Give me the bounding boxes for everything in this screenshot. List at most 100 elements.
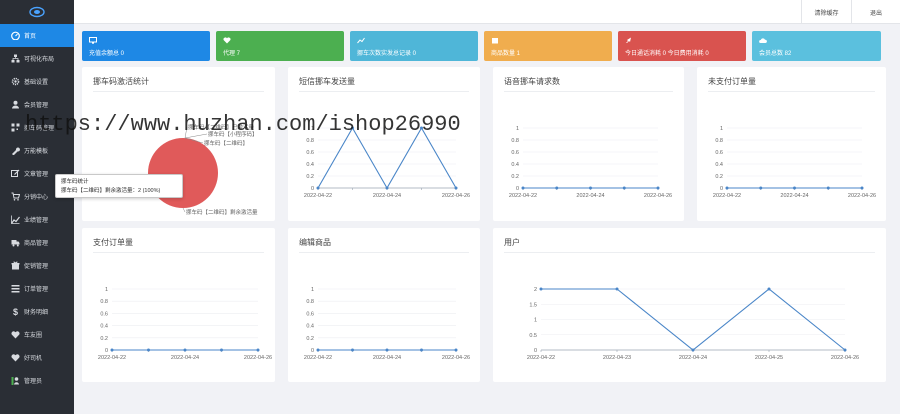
pie-label: 挪车码【二维码】 <box>204 139 248 147</box>
y-tick-label: 0.6 <box>715 150 723 156</box>
x-tick-label: 2022-04-26 <box>442 193 470 199</box>
stat-label: 充值余额总 0 <box>89 51 125 57</box>
y-tick-label: 1 <box>534 318 537 324</box>
x-tick-label: 2022-04-22 <box>304 355 332 361</box>
card-users: 用户 0 0.5 1 1.5 2 2022-04-22 2022-04-23 2022-04-… <box>493 228 886 382</box>
y-tick-label: 0.2 <box>715 174 723 180</box>
admin-icon <box>11 376 20 385</box>
rocket-icon <box>626 37 631 43</box>
y-tick-label: 0 <box>105 348 108 354</box>
y-tick-label: 2 <box>534 287 537 293</box>
sidebar-item[interactable]: 管理员 <box>0 369 74 392</box>
y-tick-label: 0.2 <box>306 336 314 342</box>
y-tick-label: 1 <box>720 126 723 132</box>
sidebar-item[interactable]: 业绩管理 <box>0 208 74 231</box>
series-line <box>317 126 457 190</box>
y-tick-label: 0.8 <box>306 299 314 305</box>
sidebar-item-label: 促销管理 <box>24 264 49 270</box>
card-unpaid: 未支付订单量 0 0.2 0.4 0.6 0.8 1 2022-04-22 2022-04-2… <box>697 67 886 221</box>
sidebar-item[interactable]: 首页 <box>0 24 74 47</box>
logo[interactable] <box>0 0 74 24</box>
y-tick-label: 0.4 <box>100 324 108 330</box>
cloud-icon <box>759 38 767 43</box>
stat-label: 商品数量 1 <box>491 51 521 57</box>
data-point <box>385 186 389 190</box>
sidebar-item[interactable]: 订单管理 <box>0 277 74 300</box>
chart-tooltip: 挪车码统计 挪车码【二维码】剩余激活量：2 (100%) <box>55 174 183 198</box>
heart-icon <box>11 353 20 362</box>
sidebar: 首页 可视化布局 基础设置 会员管理 挪车码管理 万能模板 文章管理 分销中心 业绩管理 商品管理… <box>0 0 74 414</box>
tooltip-value: 挪车码【二维码】剩余激活量：2 (100%) <box>61 188 161 194</box>
x-tick-label: 2022-04-26 <box>848 193 876 199</box>
sidebar-item[interactable]: 万能模板 <box>0 139 74 162</box>
sidebar-item-label: 文章管理 <box>24 172 49 178</box>
stat-label: 代理 7 <box>223 51 241 57</box>
heart-icon <box>11 330 20 339</box>
stat-box-goods[interactable]: 商品数量 1 <box>484 31 612 61</box>
y-tick-label: 1 <box>105 287 108 293</box>
data-point <box>860 186 864 190</box>
data-point <box>110 348 114 352</box>
dollar-icon: $ <box>11 307 20 316</box>
data-point <box>767 287 771 291</box>
data-point <box>256 348 260 352</box>
y-tick-label: 0 <box>516 186 519 192</box>
monitor-icon <box>89 37 97 44</box>
stat-box-today-cost[interactable]: 今日通话消耗 0 今日费用消耗 0 <box>618 31 746 61</box>
sidebar-item[interactable]: 车友圈 <box>0 323 74 346</box>
voice-line-chart: 0 0.2 0.4 0.6 0.8 1 2022-04-22 2022-04-24 2022-0… <box>509 126 672 199</box>
sidebar-item[interactable]: 可视化布局 <box>0 47 74 70</box>
y-tick-label: 0.6 <box>100 311 108 317</box>
y-tick-label: 0.8 <box>306 138 314 144</box>
sidebar-item[interactable]: 商品管理 <box>0 231 74 254</box>
sidebar-item[interactable]: 促销管理 <box>0 254 74 277</box>
data-point <box>183 348 187 352</box>
stat-box-move-records[interactable]: 挪车次数实发总记录 0 <box>350 31 478 61</box>
tooltip-title: 挪车码统计 <box>61 179 89 185</box>
pie-label: 挪车码【二维码】剩余激活量 <box>186 208 258 216</box>
cube-icon <box>492 38 498 44</box>
stat-box-members[interactable]: 会员总数 82 <box>752 31 881 61</box>
list-icon <box>11 284 20 293</box>
stat-label: 会员总数 82 <box>759 51 792 57</box>
y-tick-label: 0 <box>720 186 723 192</box>
sidebar-item[interactable]: $ 财务明细 <box>0 300 74 323</box>
sidebar-item-label: 万能模板 <box>24 149 49 155</box>
y-tick-label: 0.8 <box>511 138 519 144</box>
y-tick-label: 1.5 <box>529 302 537 308</box>
y-tick-label: 0.4 <box>511 162 519 168</box>
svg-text:$: $ <box>13 307 18 316</box>
stat-box-agent[interactable]: 代理 7 <box>216 31 344 61</box>
logout-button[interactable]: 退出 <box>851 0 900 24</box>
sidebar-item[interactable]: 基础设置 <box>0 70 74 93</box>
y-tick-label: 0.6 <box>306 311 314 317</box>
data-point <box>220 348 223 352</box>
data-point <box>420 348 423 352</box>
data-point <box>793 186 796 190</box>
y-tick-label: 0.5 <box>529 333 537 339</box>
x-tick-label: 2022-04-23 <box>603 355 631 361</box>
x-tick-label: 2022-04-24 <box>576 193 604 199</box>
qrcode-icon <box>11 123 20 132</box>
chart-icon <box>11 215 20 224</box>
y-tick-label: 0 <box>311 348 314 354</box>
sidebar-item-label: 会员管理 <box>24 103 49 109</box>
logo-icon <box>29 6 45 18</box>
data-point <box>826 186 830 190</box>
card-edit-goods: 编辑商品 0 0.2 0.4 0.6 0.8 1 2022-04-22 2022-04-24 2… <box>288 228 480 382</box>
data-point <box>316 186 320 190</box>
gear-icon <box>11 77 20 86</box>
sidebar-item-label: 首页 <box>24 34 37 40</box>
sidebar-item[interactable]: 好司机 <box>0 346 74 369</box>
paid-line-chart: 0 0.2 0.4 0.6 0.8 1 2022-04-22 2022-04-24 2022-0… <box>98 287 272 361</box>
data-point <box>691 348 695 352</box>
sidebar-item-label: 好司机 <box>24 356 43 362</box>
y-tick-label: 0.2 <box>306 174 314 180</box>
card-sms: 短信挪车发送量 0 0.2 0.4 0.6 0.8 1 2022-04-22 2022-04-… <box>288 67 480 221</box>
y-tick-label: 0 <box>311 186 314 192</box>
sitemap-icon <box>11 54 20 63</box>
data-point <box>843 348 847 352</box>
stat-box-recharge[interactable]: 充值余额总 0 <box>82 31 210 61</box>
clear-cache-button[interactable]: 清除缓存 <box>801 0 851 24</box>
y-tick-label: 0.2 <box>511 174 519 180</box>
